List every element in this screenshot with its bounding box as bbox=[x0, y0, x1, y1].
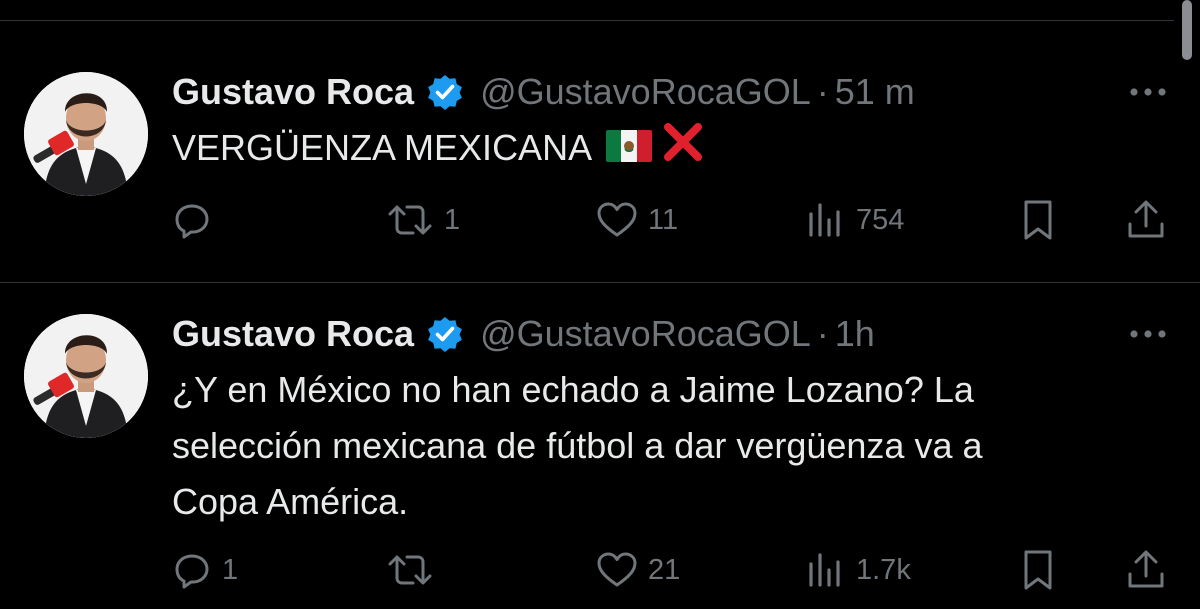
views-button[interactable]: 754 bbox=[806, 196, 904, 244]
tweet-actions: 1 11 754 bbox=[0, 196, 1200, 244]
retweet-count: 1 bbox=[444, 203, 461, 236]
verified-badge-icon bbox=[426, 315, 464, 353]
views-chart-icon bbox=[806, 550, 846, 590]
bookmark-icon bbox=[1018, 548, 1058, 592]
retweet-button[interactable] bbox=[386, 546, 444, 594]
author-handle[interactable]: @GustavoRocaGOL bbox=[480, 312, 811, 356]
like-count: 11 bbox=[648, 203, 679, 236]
reply-button[interactable]: 1 bbox=[172, 546, 238, 594]
tweet-divider bbox=[0, 282, 1200, 283]
share-button[interactable] bbox=[1124, 196, 1168, 244]
separator-dot: · bbox=[816, 313, 829, 354]
views-count: 1.7k bbox=[856, 553, 911, 586]
mexico-flag-icon bbox=[606, 122, 653, 178]
like-button[interactable]: 21 bbox=[596, 546, 680, 594]
share-icon bbox=[1124, 198, 1168, 242]
bookmark-button[interactable] bbox=[1018, 196, 1058, 244]
tweet-header: Gustavo Roca @GustavoRocaGOL · 1h bbox=[172, 312, 875, 356]
views-count: 754 bbox=[856, 203, 905, 236]
avatar[interactable] bbox=[24, 314, 148, 438]
reply-icon bbox=[172, 550, 212, 590]
like-button[interactable]: 11 bbox=[596, 196, 678, 244]
bookmark-button[interactable] bbox=[1018, 546, 1058, 594]
red-x-icon bbox=[662, 121, 704, 179]
reply-count: 1 bbox=[222, 553, 239, 586]
author-name[interactable]: Gustavo Roca bbox=[172, 70, 414, 114]
avatar[interactable] bbox=[24, 72, 148, 196]
retweet-icon bbox=[386, 550, 434, 590]
emoji-row bbox=[606, 121, 704, 179]
like-count: 21 bbox=[648, 553, 681, 586]
timestamp[interactable]: 51 m bbox=[835, 70, 915, 114]
retweet-icon bbox=[386, 200, 434, 240]
heart-icon bbox=[596, 200, 638, 240]
share-button[interactable] bbox=[1124, 546, 1168, 594]
share-icon bbox=[1124, 548, 1168, 592]
more-options-icon[interactable] bbox=[1126, 326, 1170, 342]
tweet-text: ¿Y en México no han echado a Jaime Lozan… bbox=[172, 369, 983, 522]
tweet-text: VERGÜENZA MEXICANA bbox=[172, 120, 1162, 179]
tweet-text-content: VERGÜENZA MEXICANA bbox=[172, 127, 593, 168]
tweet-actions: 1 21 1.7k bbox=[0, 546, 1200, 594]
scrollbar-thumb[interactable] bbox=[1182, 0, 1192, 60]
more-options-icon[interactable] bbox=[1126, 84, 1170, 100]
timestamp[interactable]: 1h bbox=[835, 312, 875, 356]
author-name[interactable]: Gustavo Roca bbox=[172, 312, 414, 356]
verified-badge-icon bbox=[426, 73, 464, 111]
top-divider bbox=[0, 20, 1174, 21]
separator-dot: · bbox=[816, 71, 829, 112]
author-handle[interactable]: @GustavoRocaGOL bbox=[480, 70, 811, 114]
views-chart-icon bbox=[806, 200, 846, 240]
views-button[interactable]: 1.7k bbox=[806, 546, 911, 594]
reply-button[interactable] bbox=[172, 196, 222, 244]
tweet-header: Gustavo Roca @GustavoRocaGOL · 51 m bbox=[172, 70, 915, 114]
bookmark-icon bbox=[1018, 198, 1058, 242]
heart-icon bbox=[596, 550, 638, 590]
retweet-button[interactable]: 1 bbox=[386, 196, 460, 244]
reply-icon bbox=[172, 200, 212, 240]
